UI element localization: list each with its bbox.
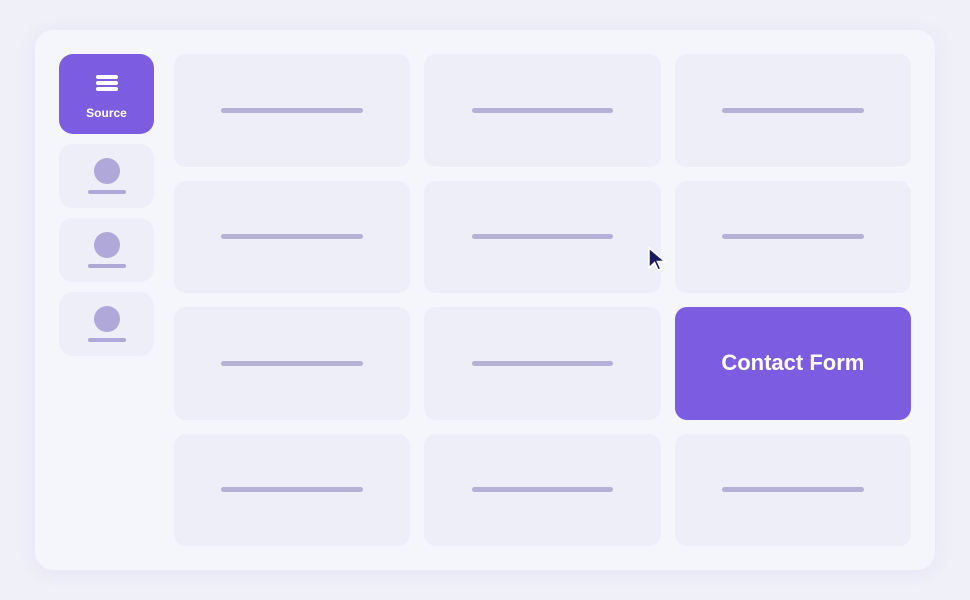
grid-card-4-2[interactable]: [424, 434, 660, 547]
avatar-icon-4: [94, 306, 120, 332]
sidebar-item-source[interactable]: Source: [59, 54, 154, 134]
grid-card-3-2[interactable]: [424, 307, 660, 420]
card-line: [221, 234, 363, 239]
grid-card-4-3[interactable]: [675, 434, 911, 547]
card-line: [472, 108, 614, 113]
card-line: [221, 487, 363, 492]
avatar-icon-2: [94, 158, 120, 184]
card-line: [221, 361, 363, 366]
sidebar-item-3[interactable]: [59, 218, 154, 282]
avatar-icon-3: [94, 232, 120, 258]
avatar-line-2: [88, 190, 126, 194]
grid-card-1-3[interactable]: [675, 54, 911, 167]
grid-card-2-1[interactable]: [174, 181, 410, 294]
grid-cell-2-2-wrapper: [424, 181, 660, 294]
contact-form-label: Contact Form: [711, 340, 874, 386]
grid-card-4-1[interactable]: [174, 434, 410, 547]
card-line: [221, 108, 363, 113]
sidebar-item-2[interactable]: [59, 144, 154, 208]
card-line: [722, 234, 864, 239]
avatar-line-3: [88, 264, 126, 268]
app-container: Source: [35, 30, 935, 570]
grid-card-2-2[interactable]: [424, 181, 660, 294]
grid-card-3-1[interactable]: [174, 307, 410, 420]
grid-card-2-3[interactable]: [675, 181, 911, 294]
card-line: [472, 361, 614, 366]
card-line: [472, 234, 614, 239]
grid-card-1-1[interactable]: [174, 54, 410, 167]
grid-card-1-2[interactable]: [424, 54, 660, 167]
sidebar: Source: [59, 54, 154, 546]
sidebar-item-source-label: Source: [86, 106, 127, 120]
sidebar-item-4[interactable]: [59, 292, 154, 356]
avatar-line-4: [88, 338, 126, 342]
stack-icon: [91, 68, 123, 100]
card-line: [722, 108, 864, 113]
card-line: [472, 487, 614, 492]
contact-form-card[interactable]: Contact Form: [675, 307, 911, 420]
card-line: [722, 487, 864, 492]
main-grid: Contact Form: [174, 54, 911, 546]
